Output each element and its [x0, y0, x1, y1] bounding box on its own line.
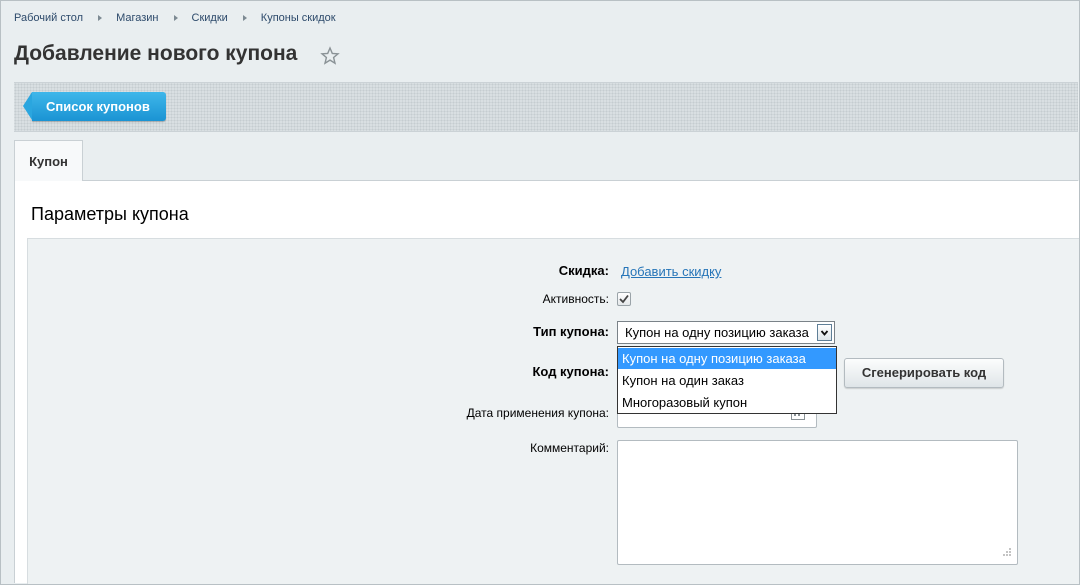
comment-label: Комментарий: [530, 441, 609, 455]
page-title: Добавление нового купона [14, 42, 298, 65]
breadcrumb-separator-icon [242, 15, 247, 21]
comment-textarea[interactable] [617, 440, 1018, 565]
section-title: Параметры купона [31, 204, 189, 224]
breadcrumb-item-discounts[interactable]: Скидки [192, 12, 228, 24]
coupon-type-dropdown: Купон на одну позицию заказа Купон на од… [617, 346, 837, 414]
coupon-list-button[interactable]: Список купонов [23, 92, 166, 121]
toolbar [14, 82, 1078, 132]
coupon-type-option[interactable]: Купон на один заказ [618, 370, 836, 391]
breadcrumb-item-shop[interactable]: Магазин [116, 12, 158, 24]
breadcrumb-separator-icon [173, 15, 178, 21]
chevron-down-icon[interactable] [817, 324, 832, 341]
breadcrumb-separator-icon [98, 15, 103, 21]
apply-date-label: Дата применения купона: [466, 406, 609, 420]
coupon-type-option[interactable]: Купон на одну позицию заказа [618, 348, 836, 369]
coupon-type-selected-value: Купон на одну позицию заказа [625, 325, 809, 340]
resize-handle-icon[interactable] [998, 545, 1012, 559]
coupon-type-label: Тип купона: [533, 324, 609, 339]
breadcrumb: Рабочий стол Магазин Скидки Купоны скидо… [14, 12, 336, 24]
breadcrumb-item-coupons[interactable]: Купоны скидок [261, 12, 336, 24]
breadcrumb-item-desktop[interactable]: Рабочий стол [14, 12, 83, 24]
tabs-bar [14, 140, 1078, 181]
coupon-type-option[interactable]: Многоразовый купон [618, 392, 836, 413]
discount-label: Скидка: [558, 263, 609, 278]
generate-code-button[interactable]: Сгенерировать код [844, 358, 1004, 388]
star-icon[interactable] [320, 46, 340, 66]
tab-coupon[interactable]: Купон [14, 140, 83, 181]
coupon-type-select[interactable]: Купон на одну позицию заказа [617, 321, 835, 344]
checkmark-icon [619, 294, 629, 304]
coupon-code-label: Код купона: [532, 364, 609, 379]
active-label: Активность: [542, 292, 609, 306]
add-discount-link[interactable]: Добавить скидку [621, 264, 721, 279]
active-checkbox[interactable] [617, 292, 631, 306]
